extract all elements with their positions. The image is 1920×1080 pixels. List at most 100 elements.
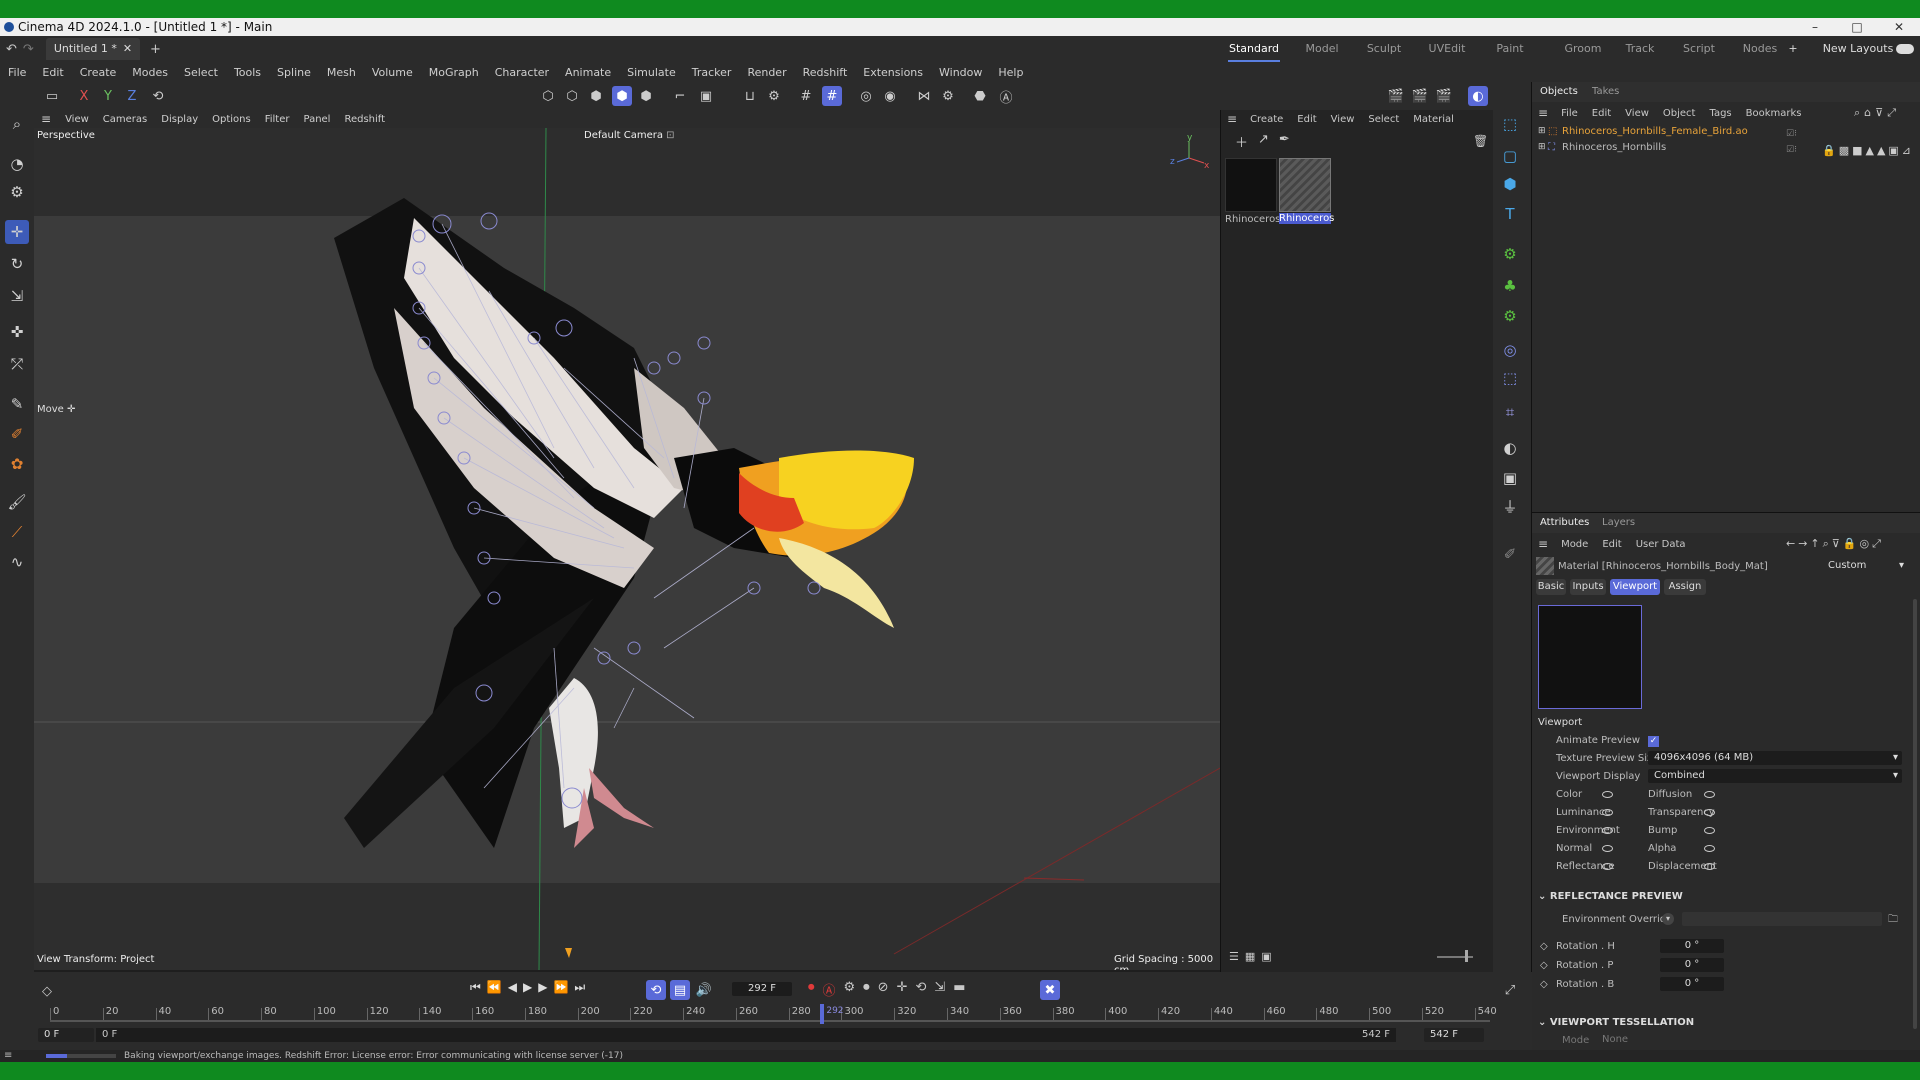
transform-tool-icon[interactable]: ✜	[5, 320, 29, 344]
viewport[interactable]: y x z Perspective Default Camera ⊡ Move …	[34, 128, 1220, 970]
subtab-assign[interactable]: Assign	[1664, 579, 1706, 595]
range-end-field[interactable]: 542 F	[1424, 1028, 1484, 1042]
deformer-icon[interactable]: ⬣	[970, 86, 990, 106]
solo-icon[interactable]: ▣	[696, 86, 716, 106]
attributes-scrollbar[interactable]	[1913, 599, 1917, 1029]
menu-mograph[interactable]: MoGraph	[421, 66, 487, 79]
texture-mode-icon[interactable]: ⬢	[636, 86, 656, 106]
record-icon[interactable]: ⏺	[808, 980, 815, 999]
maximize-button[interactable]: □	[1834, 18, 1880, 36]
knife-tool-icon[interactable]: ⟋	[5, 520, 29, 544]
material-swatch-selected[interactable]	[1279, 158, 1331, 212]
render-view-icon[interactable]: 🎬	[1410, 86, 1430, 106]
select-settings-icon[interactable]: ⚙	[5, 180, 29, 204]
autokey-icon[interactable]: Ⓐ	[823, 980, 836, 999]
viewport-solo-icon[interactable]: ⬚	[1498, 112, 1522, 136]
cube-icon[interactable]: ▢	[1498, 144, 1522, 168]
material-zoom-handle[interactable]	[1465, 950, 1468, 962]
generator-icon[interactable]: ⚙	[1498, 242, 1522, 266]
folder-icon[interactable]: 🗀	[1888, 912, 1898, 929]
key-diamond-icon[interactable]: ◇	[1540, 941, 1548, 952]
attributes-menu-mode[interactable]: Mode	[1554, 539, 1595, 550]
menu-tools[interactable]: Tools	[226, 66, 269, 79]
attributes-menu-icon[interactable]: ≡	[1532, 537, 1554, 551]
viewport-menu-view[interactable]: View	[58, 114, 96, 125]
lock-workplane-icon[interactable]: ◎	[856, 86, 876, 106]
object-icon[interactable]: ▭	[42, 86, 62, 106]
effector-icon[interactable]: ⚙	[1498, 304, 1522, 328]
preset-dropdown[interactable]: Custom ▾	[1822, 559, 1908, 573]
zoom-icon[interactable]: ⌕	[5, 112, 29, 136]
expand-icon[interactable]: ⊞	[1538, 126, 1546, 136]
status-menu-icon[interactable]: ≡	[4, 1050, 12, 1062]
pick-material-icon[interactable]: ↗	[1258, 132, 1269, 151]
render-settings-icon[interactable]: 🎬	[1434, 86, 1454, 106]
menu-edit[interactable]: Edit	[34, 66, 71, 79]
points-mode-icon[interactable]: ⬡	[538, 86, 558, 106]
environment-override-field[interactable]	[1682, 912, 1882, 926]
coord-system-icon[interactable]: ⟲	[148, 86, 168, 106]
render-region-icon[interactable]: 🎬	[1386, 86, 1406, 106]
tab-attributes[interactable]: Attributes	[1540, 517, 1589, 528]
loop-icon[interactable]: ⟲	[646, 980, 666, 1000]
edges-mode-icon[interactable]: ⬡	[562, 86, 582, 106]
environment-icon[interactable]: ◐	[1498, 436, 1522, 460]
go-to-start-icon[interactable]: ⏮	[470, 980, 481, 995]
redshift-render-icon[interactable]: ◐	[1468, 86, 1488, 106]
material-menu-create[interactable]: Create	[1243, 114, 1290, 125]
eye-icon[interactable]	[1704, 845, 1715, 852]
object-tags-icons[interactable]: 🔒▩■▲▲▣⊿	[1822, 144, 1914, 157]
object-visibility-icons[interactable]: ☑⁝ ☑⁝	[1786, 126, 1797, 158]
viewport-menu-icon[interactable]: ≡	[34, 112, 58, 126]
sound-icon[interactable]: 🔊	[694, 980, 714, 1000]
objects-menu-view[interactable]: View	[1618, 108, 1656, 119]
uv-mode-icon[interactable]: ⌐	[670, 86, 690, 106]
eye-icon[interactable]	[1602, 845, 1613, 852]
trash-icon[interactable]: 🗑	[1473, 134, 1488, 148]
key-settings-icon[interactable]: ⚙	[844, 980, 856, 999]
tab-takes[interactable]: Takes	[1592, 86, 1619, 97]
mode-dropdown[interactable]: None	[1596, 1033, 1706, 1047]
magnet-icon[interactable]: ⊔	[740, 86, 760, 106]
tab-layers[interactable]: Layers	[1602, 517, 1635, 528]
document-tab[interactable]: Untitled 1 * ✕	[45, 38, 141, 60]
layout-tab-model[interactable]: Model	[1300, 36, 1344, 62]
menu-character[interactable]: Character	[487, 66, 557, 79]
eye-icon[interactable]	[1704, 791, 1715, 798]
text-icon[interactable]: T	[1498, 202, 1522, 226]
symmetry-icon[interactable]: ⋈	[914, 86, 934, 106]
menu-file[interactable]: File	[0, 66, 34, 79]
live-select-icon[interactable]: ◔	[5, 152, 29, 176]
close-tab-icon[interactable]: ✕	[123, 38, 132, 60]
scale-key-icon[interactable]: ⇲	[934, 980, 945, 999]
layout-tab-standard[interactable]: Standard	[1228, 36, 1280, 62]
object-row-1[interactable]: ⊞ ⬚ Rhinoceros_Hornbills_Female_Bird.ao	[1532, 126, 1772, 140]
menu-help[interactable]: Help	[990, 66, 1031, 79]
attributes-nav-icons[interactable]: ←→↑⌕⊽🔒◎⤢	[1786, 537, 1884, 551]
cloner-icon[interactable]: ♣	[1498, 274, 1522, 298]
material-menu-view[interactable]: View	[1324, 114, 1362, 125]
viewport-menu-display[interactable]: Display	[154, 114, 205, 125]
snap-settings-icon[interactable]: ⚙	[764, 86, 784, 106]
objects-menu-icon[interactable]: ≡	[1532, 106, 1554, 120]
viewport-menu-redshift[interactable]: Redshift	[337, 114, 392, 125]
texture-preview-size-dropdown[interactable]: 4096x4096 (64 MB) ▾	[1648, 751, 1902, 765]
objects-menu-edit[interactable]: Edit	[1585, 108, 1618, 119]
axis-tool-icon[interactable]: ⤱	[5, 352, 29, 376]
objects-menu-file[interactable]: File	[1554, 108, 1585, 119]
material-swatch[interactable]	[1225, 158, 1277, 212]
rotate-tool-icon[interactable]: ↻	[5, 252, 29, 276]
eye-icon[interactable]	[1602, 809, 1613, 816]
objects-search-icons[interactable]: ⌕⌂⊽⤢	[1854, 106, 1900, 120]
axis-x-button[interactable]: X	[74, 86, 94, 106]
material-menu-icon[interactable]: ≡	[1221, 112, 1243, 126]
viewport-menu-cameras[interactable]: Cameras	[96, 114, 154, 125]
viewport-tessellation-header[interactable]: ⌄ VIEWPORT TESSELLATION	[1538, 1017, 1694, 1028]
material-view-icons[interactable]: ☰▦▣	[1229, 950, 1278, 963]
rotation-field[interactable]: 0 °	[1660, 939, 1724, 953]
play-icon[interactable]: ▶	[523, 980, 532, 995]
rotation-key-icon[interactable]: ⟲	[915, 980, 926, 999]
menu-animate[interactable]: Animate	[557, 66, 619, 79]
model-mode-icon[interactable]: ⬢	[612, 86, 632, 106]
spline-pen-icon[interactable]: ✎	[5, 392, 29, 416]
